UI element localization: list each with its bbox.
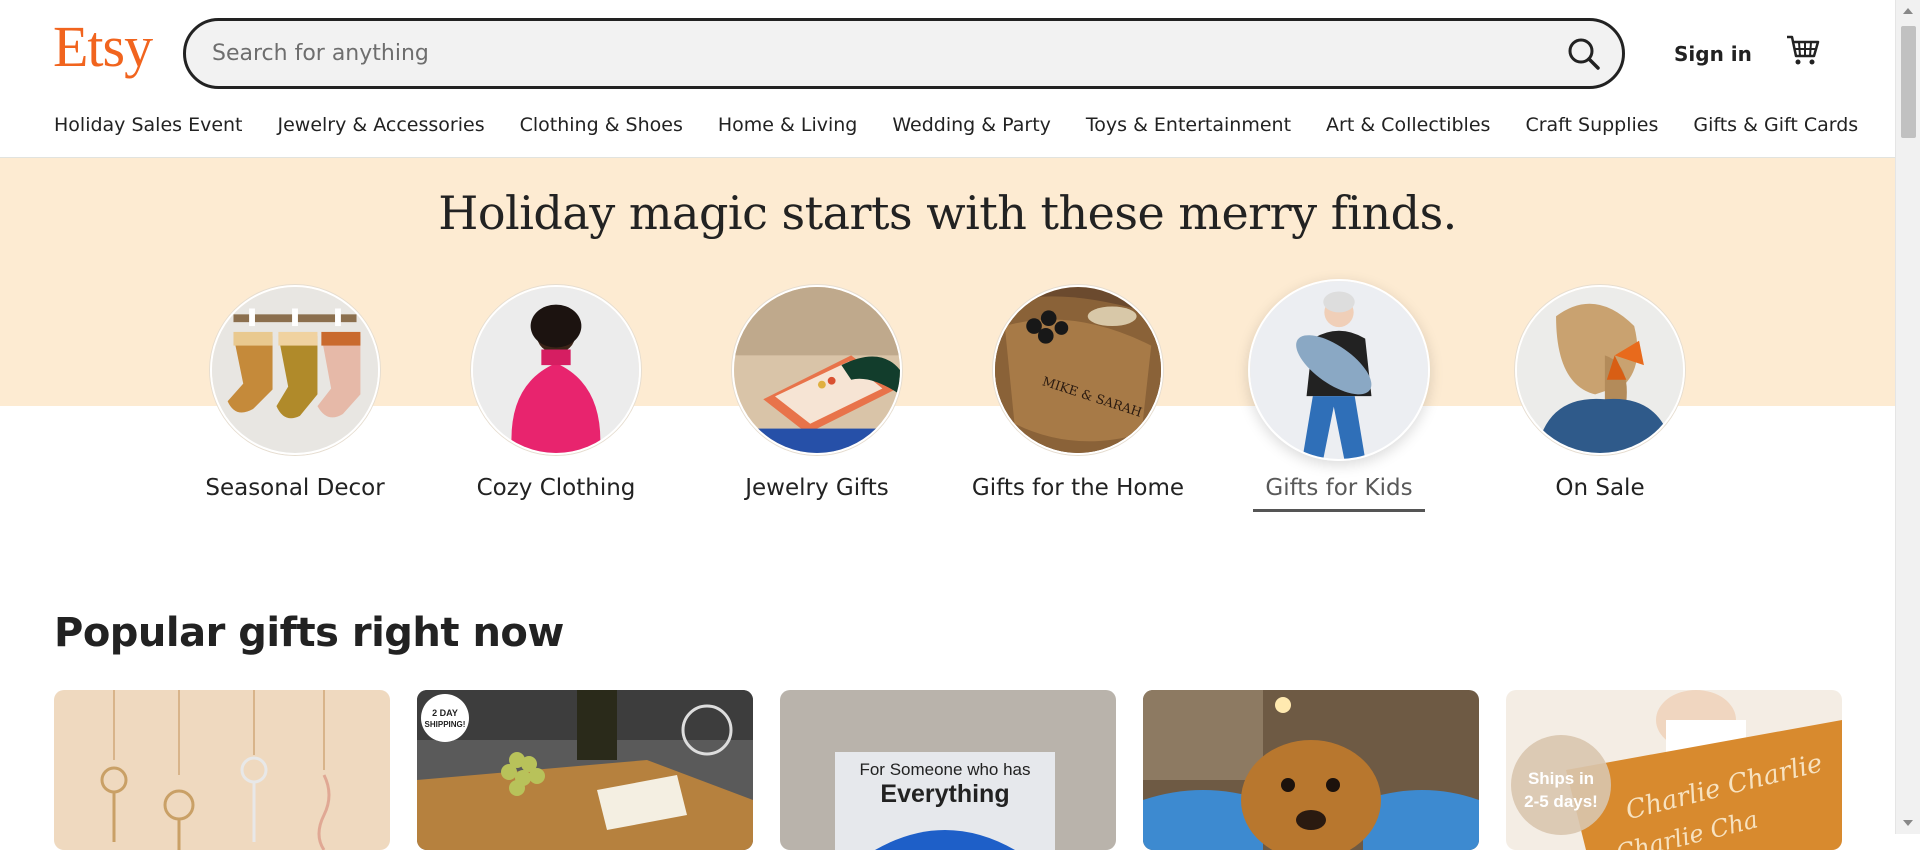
search-input[interactable] — [212, 21, 1512, 86]
popular-gifts-heading: Popular gifts right now — [54, 610, 564, 656]
popular-gifts-row: 2 DAY SHIPPING! For Someone who has Ever… — [54, 690, 1842, 850]
hero-title: Holiday magic starts with these merry fi… — [438, 186, 1457, 240]
scroll-down-arrow-icon[interactable] — [1903, 820, 1913, 826]
product-card[interactable]: 2 DAY SHIPPING! — [417, 690, 753, 850]
category-label: Seasonal Decor — [205, 475, 385, 501]
product-image: For Someone who has Everything — [780, 690, 1116, 850]
scroll-up-arrow-icon[interactable] — [1903, 8, 1913, 14]
page-scrollbar[interactable] — [1895, 0, 1920, 834]
scrollbar-thumb[interactable] — [1901, 26, 1916, 138]
category-label: Gifts for the Home — [971, 475, 1185, 501]
etsy-logo[interactable]: Etsy — [53, 18, 153, 76]
search-icon — [1568, 38, 1600, 70]
product-card[interactable] — [54, 690, 390, 850]
cart-button[interactable] — [1785, 32, 1821, 68]
category-label: Jewelry Gifts — [745, 475, 889, 501]
category-image: MIKE & SARAH — [993, 285, 1163, 455]
category-image — [732, 285, 902, 455]
nav-item-gifts[interactable]: Gifts & Gift Cards — [1693, 114, 1858, 136]
product-image — [54, 690, 390, 850]
category-cozy-clothing[interactable]: Cozy Clothing — [446, 285, 666, 503]
svg-text:2 DAY: 2 DAY — [432, 708, 458, 718]
search-button[interactable] — [1564, 34, 1604, 74]
product-card[interactable] — [1143, 690, 1479, 850]
cart-icon — [1787, 35, 1820, 65]
category-image — [1248, 279, 1430, 461]
product-image: Charlie Charlie Charlie Cha Ships in 2-5… — [1506, 690, 1842, 850]
search-bar — [183, 18, 1625, 89]
category-seasonal-decor[interactable]: Seasonal Decor — [185, 285, 405, 503]
category-gifts-for-home[interactable]: MIKE & SARAH Gifts for the Home — [968, 285, 1188, 503]
svg-text:Ships in: Ships in — [1528, 769, 1594, 788]
card-text-bottom: Everything — [880, 780, 1009, 808]
category-label: On Sale — [1555, 475, 1645, 501]
category-label: Cozy Clothing — [476, 475, 636, 501]
category-image — [1515, 285, 1685, 455]
category-jewelry-gifts[interactable]: Jewelry Gifts — [707, 285, 927, 503]
nav-item-home-living[interactable]: Home & Living — [718, 114, 858, 136]
category-nav: Holiday Sales Event Jewelry & Accessorie… — [54, 114, 1893, 136]
nav-item-jewelry[interactable]: Jewelry & Accessories — [278, 114, 485, 136]
category-gifts-for-kids[interactable]: Gifts for Kids — [1229, 279, 1449, 512]
active-category-underline — [1253, 509, 1425, 512]
category-image — [210, 285, 380, 455]
nav-item-toys[interactable]: Toys & Entertainment — [1086, 114, 1291, 136]
nav-item-holiday-sales[interactable]: Holiday Sales Event — [54, 114, 243, 136]
svg-text:2-5 days!: 2-5 days! — [1524, 792, 1598, 811]
category-image — [471, 285, 641, 455]
category-label: Gifts for Kids — [1265, 475, 1413, 501]
product-card[interactable]: For Someone who has Everything — [780, 690, 1116, 850]
svg-text:SHIPPING!: SHIPPING! — [425, 720, 466, 729]
product-image: 2 DAY SHIPPING! — [417, 690, 753, 850]
sign-in-link[interactable]: Sign in — [1674, 42, 1752, 66]
nav-item-craft[interactable]: Craft Supplies — [1525, 114, 1658, 136]
product-card[interactable]: Charlie Charlie Charlie Cha Ships in 2-5… — [1506, 690, 1842, 850]
category-on-sale[interactable]: On Sale — [1490, 285, 1710, 503]
nav-item-wedding[interactable]: Wedding & Party — [892, 114, 1051, 136]
card-text-top: For Someone who has — [859, 760, 1030, 779]
product-image — [1143, 690, 1479, 850]
site-header: Etsy Sign in Holiday Sales Event Jewelry… — [0, 0, 1895, 158]
nav-item-clothing[interactable]: Clothing & Shoes — [520, 114, 683, 136]
nav-item-art[interactable]: Art & Collectibles — [1326, 114, 1490, 136]
